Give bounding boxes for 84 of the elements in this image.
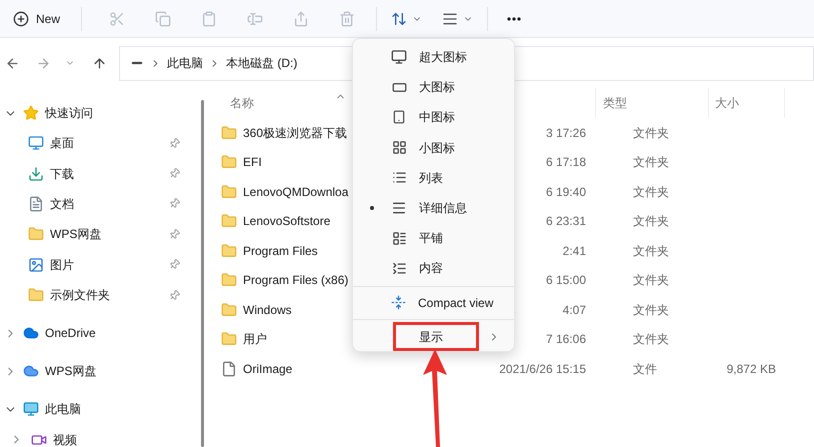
cloud-icon: [23, 325, 39, 342]
sidebar-item[interactable]: 桌面: [4, 128, 190, 158]
sidebar-item[interactable]: OneDrive: [4, 318, 190, 348]
type-cell-text: 文件夹: [632, 154, 670, 172]
folder-icon: [28, 287, 44, 304]
size-cell-text: 9,872 KB: [726, 360, 776, 378]
folder-icon: [221, 124, 237, 141]
date-cell-text: 2:41: [562, 242, 586, 260]
tiles-icon: [392, 230, 406, 246]
sidebar-item[interactable]: 下载: [4, 158, 190, 189]
paste-icon: [201, 10, 218, 26]
breadcrumb-item[interactable]: 此电脑: [167, 54, 203, 72]
tablet-icon: [392, 110, 406, 124]
download-icon: [28, 166, 44, 182]
type-cell-text: 文件: [632, 360, 658, 378]
menu-item[interactable]: 超大图标: [353, 42, 514, 72]
view-icon: [442, 10, 458, 26]
menu-item[interactable]: 平铺: [353, 223, 514, 254]
type-cell-text: 文件夹: [632, 213, 670, 230]
compact-icon: [391, 295, 406, 310]
sidebar-item[interactable]: 文档: [4, 188, 190, 220]
picture-icon: [28, 256, 44, 273]
sidebar-item[interactable]: WPS网盘: [4, 356, 190, 386]
plus-icon: [13, 10, 29, 26]
menu-item[interactable]: Compact view: [353, 288, 514, 316]
date-cell-text: 6 15:00: [546, 272, 586, 290]
sidebar-item[interactable]: WPS网盘: [4, 219, 190, 250]
sidebar-item[interactable]: 图片: [4, 250, 190, 280]
column-header[interactable]: 类型: [595, 88, 708, 118]
rename-icon: [247, 10, 264, 26]
grid-icon: [392, 140, 406, 156]
sort-icon: [391, 10, 408, 26]
forward-icon[interactable]: [36, 56, 51, 70]
back-icon[interactable]: [5, 56, 20, 70]
menu-item[interactable]: 详细信息: [353, 192, 514, 224]
lines-icon: [391, 200, 407, 216]
new-button[interactable]: New: [10, 4, 64, 32]
folder-icon: [221, 272, 237, 288]
document-icon: [28, 196, 44, 212]
folder-icon: [221, 331, 237, 348]
copy-icon: [155, 10, 172, 26]
cloud-icon: [23, 363, 39, 380]
type-cell-text: 文件夹: [632, 184, 670, 201]
column-header[interactable]: 大小: [708, 88, 785, 118]
type-cell-text: 文件夹: [632, 124, 670, 142]
sidebar-item[interactable]: 快速访问: [4, 98, 190, 128]
date-cell-text: 7 16:06: [546, 331, 586, 348]
date-cell-text: 3 17:26: [546, 124, 586, 142]
list-icon: [392, 170, 406, 186]
selected-bullet-icon: [370, 206, 374, 210]
sidebar-item[interactable]: 视频: [4, 424, 190, 447]
content-icon: [392, 260, 406, 276]
folder-icon: [221, 302, 237, 318]
folder-icon: [221, 184, 237, 200]
date-cell-text: 6 19:40: [546, 184, 586, 201]
date-cell-text: 2021/6/26 15:15: [499, 360, 586, 378]
folder-icon: [221, 154, 237, 170]
date-cell-text: 6 23:31: [546, 213, 586, 230]
type-cell-text: 文件夹: [632, 302, 670, 319]
more-icon: [507, 16, 522, 20]
menu-item[interactable]: 大图标: [353, 72, 514, 102]
sidebar-item[interactable]: 此电脑: [4, 394, 190, 424]
breadcrumb-item[interactable]: 本地磁盘 (D:): [226, 54, 298, 72]
file-icon: [221, 360, 237, 377]
folder-icon: [221, 213, 237, 230]
share-icon: [293, 10, 310, 26]
desktop-icon: [28, 135, 44, 152]
star-icon: [23, 105, 39, 121]
menu-item[interactable]: 内容: [353, 253, 514, 284]
file-name-cell[interactable]: OriImage: [214, 360, 459, 378]
type-cell-text: 文件夹: [632, 331, 670, 348]
date-cell-text: 6 17:18: [546, 154, 586, 172]
folder-icon: [221, 242, 237, 259]
folder-icon: [28, 226, 44, 242]
sidebar-item[interactable]: 示例文件夹: [4, 280, 190, 310]
type-cell-text: 文件夹: [632, 272, 670, 290]
computer-icon: [23, 401, 39, 418]
delete-icon: [339, 10, 356, 26]
scrollbar[interactable]: [200, 100, 204, 447]
monitor-icon: [391, 49, 407, 66]
cut-icon: [109, 10, 126, 26]
type-cell-text: 文件夹: [632, 242, 670, 260]
date-cell-text: 4:07: [562, 302, 586, 319]
up-icon[interactable]: [92, 56, 107, 70]
